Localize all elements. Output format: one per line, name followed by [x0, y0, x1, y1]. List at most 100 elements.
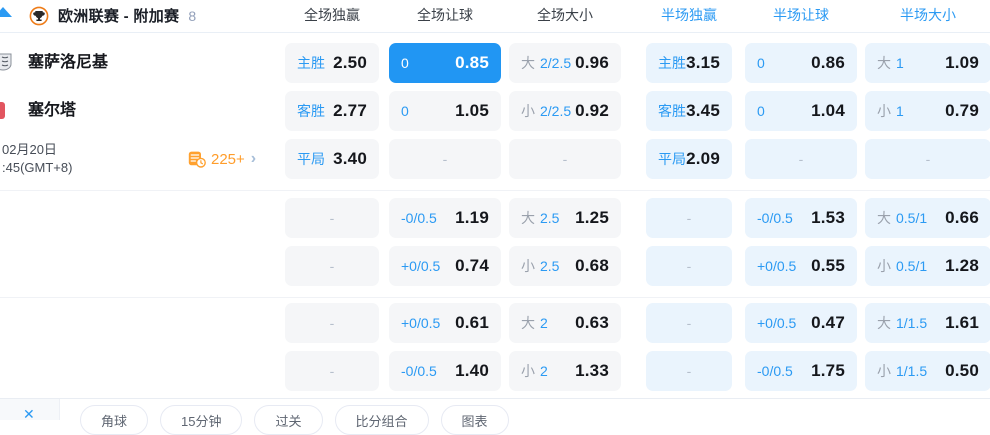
- odds-cell[interactable]: -0/0.5 1.53: [745, 198, 857, 238]
- odds-cell[interactable]: 小 1 0.79: [865, 91, 990, 131]
- odds-cell[interactable]: 小 0.5/1 1.28: [865, 246, 990, 286]
- odds-cell-empty: -: [646, 198, 732, 238]
- odds-value: 1.05: [455, 101, 489, 120]
- selection-label: -0/0.5: [757, 363, 793, 379]
- odds-cell[interactable]: +0/0.5 0.74: [389, 246, 501, 286]
- odds-cell[interactable]: 小 2.5 0.68: [509, 246, 621, 286]
- market-tab[interactable]: 15分钟: [160, 405, 243, 435]
- market-tab[interactable]: 图表: [440, 405, 509, 435]
- odds-cell[interactable]: 主胜 3.15: [646, 43, 732, 83]
- odds-grid: 主胜 2.50 0 0.85 大 2/2.5 0.96 主胜 3.15 0 0.86 大 1 1.09 客胜…: [285, 0, 990, 420]
- selection-label: 0.5/1: [896, 210, 928, 226]
- odds-cell[interactable]: 0 1.04: [745, 91, 857, 131]
- odds-cell[interactable]: 大 1/1.5 1.61: [865, 303, 990, 343]
- collapse-triangle-icon[interactable]: [0, 7, 12, 17]
- market-tab[interactable]: 过关: [254, 405, 323, 435]
- odds-row: 客胜 2.77 0 1.05 小 2/2.5 0.92 客胜 3.45 0 1.04 小 1 0.79: [285, 91, 990, 131]
- odds-value: 2.77: [333, 101, 367, 120]
- odds-cell[interactable]: +0/0.5 0.61: [389, 303, 501, 343]
- odds-cell[interactable]: 0 1.05: [389, 91, 501, 131]
- chevron-right-icon[interactable]: ›: [251, 150, 256, 168]
- selection-label: 1/1.5: [896, 315, 928, 331]
- line-prefix: 大: [877, 210, 891, 226]
- odds-value: 1.25: [575, 208, 609, 227]
- market-tab[interactable]: 角球: [80, 405, 149, 435]
- odds-value: 0.92: [575, 101, 609, 120]
- odds-cell-empty: -: [285, 198, 379, 238]
- odds-value: 0.74: [455, 256, 489, 275]
- odds-cell[interactable]: 大 1 1.09: [865, 43, 990, 83]
- odds-cell[interactable]: 0 0.85: [389, 43, 501, 83]
- match-datetime: 02月20日 :45(GMT+8): [2, 141, 72, 177]
- odds-value: 0.68: [575, 256, 609, 275]
- odds-cell[interactable]: -0/0.5 1.40: [389, 351, 501, 391]
- odds-row: 平局 3.40- - 平局 2.09- -: [285, 139, 990, 179]
- selection-label: 0: [401, 55, 409, 71]
- odds-cell-empty: -: [646, 246, 732, 286]
- trophy-icon: [29, 6, 49, 26]
- odds-cell-empty: -: [646, 351, 732, 391]
- coin-clock-icon: [188, 150, 206, 168]
- odds-row: - -0/0.5 1.19 大 2.5 1.25 - -0/0.5 1.53 大 0.5/1 0.66: [285, 198, 990, 238]
- odds-cell[interactable]: +0/0.5 0.47: [745, 303, 857, 343]
- odds-cell[interactable]: 大 2.5 1.25: [509, 198, 621, 238]
- odds-value: 0.63: [575, 313, 609, 332]
- odds-cell[interactable]: 小 2 1.33: [509, 351, 621, 391]
- selection-label: -0/0.5: [401, 210, 437, 226]
- line-prefix: 大: [521, 210, 535, 226]
- odds-row: 主胜 2.50 0 0.85 大 2/2.5 0.96 主胜 3.15 0 0.86 大 1 1.09: [285, 43, 990, 83]
- odds-cell[interactable]: 大 2/2.5 0.96: [509, 43, 621, 83]
- odds-cell[interactable]: -0/0.5 1.19: [389, 198, 501, 238]
- odds-value: 1.33: [575, 361, 609, 380]
- odds-value: 0.50: [945, 361, 979, 380]
- selection-label: +0/0.5: [757, 315, 797, 331]
- selection-label: 客胜: [297, 103, 325, 119]
- selection-label: 平局: [658, 151, 686, 167]
- section-divider: [0, 297, 990, 298]
- odds-value: 1.75: [811, 361, 845, 380]
- odds-value: 1.53: [811, 208, 845, 227]
- odds-value: 1.28: [945, 256, 979, 275]
- odds-cell-empty: -: [646, 303, 732, 343]
- odds-row: - +0/0.5 0.74 小 2.5 0.68 - +0/0.5 0.55 小 0.5/1 1.28: [285, 246, 990, 286]
- line-prefix: 大: [877, 315, 891, 331]
- odds-cell[interactable]: 主胜 2.50: [285, 43, 379, 83]
- more-markets-link[interactable]: 225+ ›: [188, 139, 256, 179]
- odds-cell[interactable]: 平局 3.40: [285, 139, 379, 179]
- league-title: 欧洲联赛 - 附加赛: [58, 8, 180, 25]
- match-time: :45(GMT+8): [2, 160, 73, 175]
- market-tab[interactable]: 比分组合: [334, 405, 429, 435]
- selection-label: 1: [896, 103, 904, 119]
- home-team-name: 塞萨洛尼基: [28, 54, 109, 71]
- odds-cell[interactable]: 客胜 2.77: [285, 91, 379, 131]
- selection-label: 2/2.5: [540, 55, 572, 71]
- away-team-name: 塞尔塔: [28, 102, 77, 119]
- selection-label: 0.5/1: [896, 258, 928, 274]
- odds-value: 0.66: [945, 208, 979, 227]
- odds-cell[interactable]: 小 2/2.5 0.92: [509, 91, 621, 131]
- line-prefix: 小: [877, 363, 891, 379]
- odds-row: - -0/0.5 1.40 小 2 1.33- -0/0.5 1.75 小 1/1.5 0.50: [285, 351, 990, 391]
- odds-cell[interactable]: 0 0.86: [745, 43, 857, 83]
- odds-cell[interactable]: 平局 2.09: [646, 139, 732, 179]
- odds-value: 0.96: [575, 53, 609, 72]
- odds-cell[interactable]: 小 1/1.5 0.50: [865, 351, 990, 391]
- market-category-tabs: 角球 15分钟 过关 比分组合 图表: [80, 405, 509, 435]
- odds-cell[interactable]: -0/0.5 1.75: [745, 351, 857, 391]
- odds-cell[interactable]: 大 2 0.63: [509, 303, 621, 343]
- odds-value: 2.50: [333, 53, 367, 72]
- home-team-crest-icon: [0, 53, 13, 76]
- odds-cell[interactable]: 大 0.5/1 0.66: [865, 198, 990, 238]
- odds-cell-empty: -: [865, 139, 990, 179]
- odds-value: 0.79: [945, 101, 979, 120]
- selection-label: +0/0.5: [757, 258, 797, 274]
- odds-cell[interactable]: 客胜 3.45: [646, 91, 732, 131]
- selection-label: 2.5: [540, 210, 560, 226]
- odds-value: 1.09: [945, 53, 979, 72]
- odds-cell[interactable]: +0/0.5 0.55: [745, 246, 857, 286]
- selection-label: 主胜: [297, 55, 325, 71]
- extra-markets-count[interactable]: 225+: [211, 151, 245, 168]
- close-icon[interactable]: ✕: [23, 406, 35, 423]
- selection-label: 2/2.5: [540, 103, 572, 119]
- selection-label: 平局: [297, 151, 325, 167]
